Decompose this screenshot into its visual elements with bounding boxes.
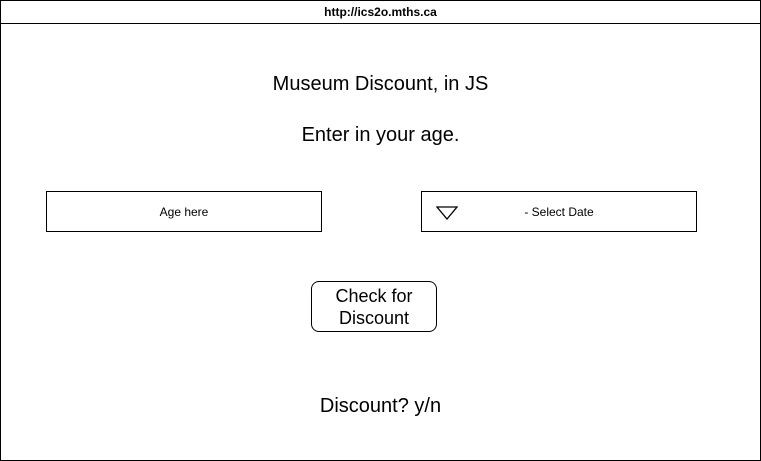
page-title: Museum Discount, in JS <box>272 73 489 95</box>
address-bar[interactable]: http://ics2o.mths.ca <box>1 1 760 24</box>
check-discount-button[interactable]: Check for Discount <box>311 281 437 332</box>
age-prompt: Enter in your age. <box>301 124 460 146</box>
browser-window: http://ics2o.mths.ca Museum Discount, in… <box>0 0 761 461</box>
date-select[interactable]: - Select Date <box>421 191 697 232</box>
url-text: http://ics2o.mths.ca <box>324 5 437 19</box>
age-input[interactable] <box>47 203 321 220</box>
discount-result: Discount? y/n <box>319 395 442 417</box>
date-select-label: - Select Date <box>524 204 594 219</box>
age-input-box[interactable] <box>46 191 322 232</box>
